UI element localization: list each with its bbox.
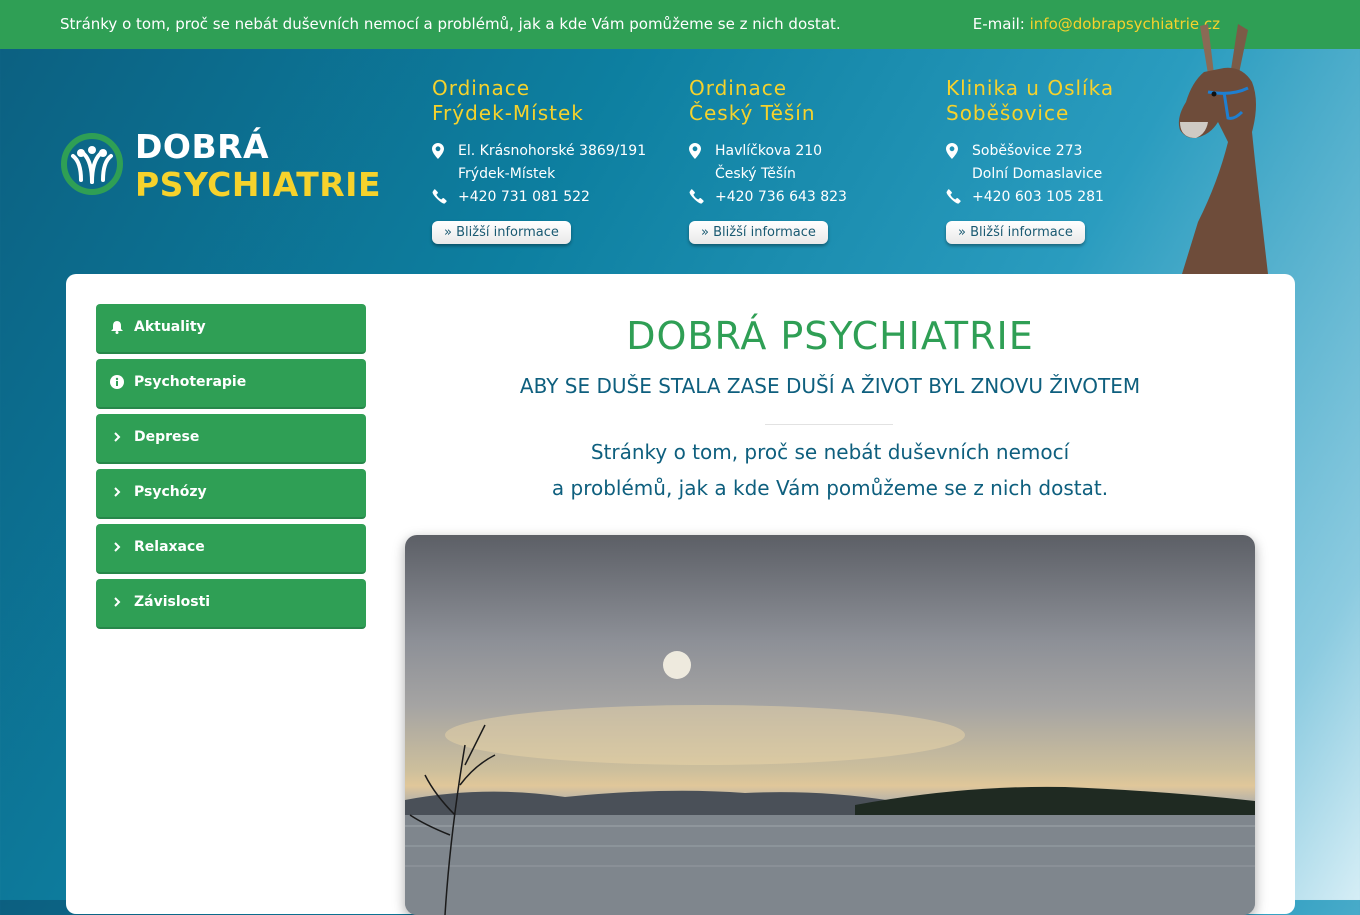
site-logo[interactable]: DOBRÁ PSYCHIATRIE bbox=[60, 127, 381, 204]
clinic-title-line1: Ordinace bbox=[432, 76, 531, 100]
map-pin-icon bbox=[689, 143, 701, 159]
clinic-phone[interactable]: +420 736 643 823 bbox=[689, 186, 919, 209]
page-subtitle: ABY SE DUŠE STALA ZASE DUŠÍ A ŽIVOT BYL … bbox=[519, 374, 1141, 398]
address-line1: Havlíčkova 210 bbox=[715, 143, 823, 159]
intro-line2: a problémů, jak a kde Vám pomůžeme se z … bbox=[551, 476, 1109, 500]
menu-item-psychozy[interactable]: Psychózy bbox=[96, 469, 366, 519]
logo-people-icon bbox=[61, 133, 123, 195]
phone-icon bbox=[946, 189, 961, 204]
double-chevron-right-icon: » bbox=[958, 225, 966, 240]
top-bar: Stránky o tom, proč se nebát duševních n… bbox=[0, 0, 1360, 49]
main-panel: Aktuality Psychoterapie Deprese Psychózy… bbox=[66, 274, 1295, 915]
menu-item-deprese[interactable]: Deprese bbox=[96, 414, 366, 464]
clinic-title: Klinika u Oslíka Soběšovice bbox=[946, 76, 1176, 126]
bell-icon bbox=[111, 321, 123, 334]
page-title: DOBRÁ PSYCHIATRIE bbox=[626, 314, 1034, 358]
chevron-right-icon bbox=[114, 597, 121, 607]
clinic-title-line2: Český Těšín bbox=[689, 101, 816, 125]
logo-line1: DOBRÁ bbox=[135, 127, 270, 166]
menu-item-zavislosti[interactable]: Závislosti bbox=[96, 579, 366, 629]
clinic-title-line1: Klinika u Oslíka bbox=[946, 76, 1115, 100]
clinic-title-line1: Ordinace bbox=[689, 76, 788, 100]
address-line2: Frýdek-Místek bbox=[458, 166, 556, 182]
phone-icon bbox=[432, 189, 447, 204]
clinic-address: El. Krásnohorské 3869/191 Frýdek-Místek bbox=[432, 140, 662, 186]
phone-number: +420 603 105 281 bbox=[972, 189, 1104, 205]
double-chevron-right-icon: » bbox=[444, 225, 452, 240]
address-line1: El. Krásnohorské 3869/191 bbox=[458, 143, 647, 159]
menu-item-label: Psychoterapie bbox=[134, 374, 247, 390]
map-pin-icon bbox=[432, 143, 444, 159]
top-tagline: Stránky o tom, proč se nebát duševních n… bbox=[60, 15, 841, 33]
clinic-address: Soběšovice 273 Dolní Domaslavice bbox=[946, 140, 1176, 186]
donkey-image bbox=[1178, 24, 1268, 274]
chevron-right-icon bbox=[114, 432, 121, 442]
more-info-button[interactable]: » Bližší informace bbox=[432, 221, 571, 244]
menu-item-aktuality[interactable]: Aktuality bbox=[96, 304, 366, 354]
logo-line2: PSYCHIATRIE bbox=[135, 165, 382, 204]
menu-item-label: Psychózy bbox=[134, 484, 207, 500]
clinic-phone[interactable]: +420 731 081 522 bbox=[432, 186, 662, 209]
clinic-title-line2: Frýdek-Místek bbox=[432, 101, 584, 125]
more-info-label: Bližší informace bbox=[970, 225, 1073, 240]
address-line2: Dolní Domaslavice bbox=[972, 166, 1103, 182]
menu-item-psychoterapie[interactable]: Psychoterapie bbox=[96, 359, 366, 409]
clinic-frydek: Ordinace Frýdek-Místek El. Krásnohorské 3… bbox=[432, 76, 662, 244]
clinic-phone[interactable]: +420 603 105 281 bbox=[946, 186, 1176, 209]
address-line2: Český Těšín bbox=[715, 166, 796, 182]
menu-item-label: Deprese bbox=[134, 429, 200, 445]
menu-item-relaxace[interactable]: Relaxace bbox=[96, 524, 366, 574]
map-pin-icon bbox=[946, 143, 958, 159]
address-line1: Soběšovice 273 bbox=[972, 143, 1083, 159]
phone-number: +420 736 643 823 bbox=[715, 189, 847, 205]
more-info-button[interactable]: » Bližší informace bbox=[689, 221, 828, 244]
clinic-title-line2: Soběšovice bbox=[946, 101, 1070, 125]
clinic-title: Ordinace Frýdek-Místek bbox=[432, 76, 662, 126]
more-info-label: Bližší informace bbox=[456, 225, 559, 240]
clinic-sobesovice: Klinika u Oslíka Soběšovice Soběšovice 27… bbox=[946, 76, 1176, 244]
menu-item-label: Relaxace bbox=[134, 539, 205, 555]
double-chevron-right-icon: » bbox=[701, 225, 709, 240]
chevron-right-icon bbox=[114, 487, 121, 497]
clinic-title: Ordinace Český Těšín bbox=[689, 76, 919, 126]
clinic-tesin: Ordinace Český Těšín Havlíčkova 210 Český… bbox=[689, 76, 919, 244]
more-info-label: Bližší informace bbox=[713, 225, 816, 240]
sidebar-menu: Aktuality Psychoterapie Deprese Psychózy… bbox=[96, 304, 366, 634]
divider bbox=[765, 424, 893, 425]
more-info-button[interactable]: » Bližší informace bbox=[946, 221, 1085, 244]
menu-item-label: Aktuality bbox=[134, 319, 206, 335]
clinic-address: Havlíčkova 210 Český Těšín bbox=[689, 140, 919, 186]
lake-landscape bbox=[405, 651, 1255, 915]
menu-item-label: Závislosti bbox=[134, 594, 211, 610]
intro-line1: Stránky o tom, proč se nebát duševních n… bbox=[590, 440, 1070, 464]
phone-icon bbox=[689, 189, 704, 204]
lake-sunset-photo bbox=[405, 535, 1255, 915]
chevron-right-icon bbox=[114, 542, 121, 552]
email-label: E-mail: bbox=[972, 15, 1025, 33]
phone-number: +420 731 081 522 bbox=[458, 189, 590, 205]
info-icon bbox=[110, 375, 124, 389]
